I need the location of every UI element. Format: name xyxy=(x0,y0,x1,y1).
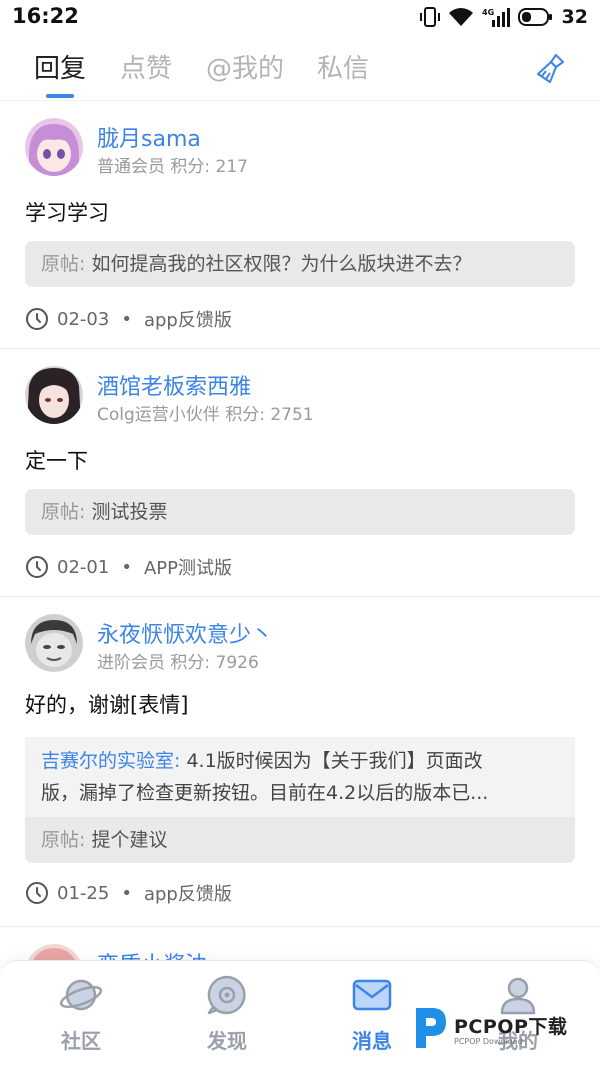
post-footer: 02-03 • app反馈版 xyxy=(25,306,232,332)
tab-mentions[interactable]: @我的 xyxy=(206,48,284,85)
separator-dot: • xyxy=(121,308,132,330)
post-date: 02-01 xyxy=(57,556,110,578)
reply-content: 学习学习 xyxy=(25,201,109,225)
board-name[interactable]: app反馈版 xyxy=(144,880,232,906)
pcpop-logo-icon xyxy=(416,1008,446,1048)
nav-community-label: 社区 xyxy=(61,1029,101,1053)
username[interactable]: 酒馆老板索西雅 xyxy=(97,369,251,401)
board-name[interactable]: APP测试版 xyxy=(144,554,232,580)
original-post-label: 原帖: xyxy=(41,501,86,523)
username[interactable]: 变质小酱油 xyxy=(97,947,207,960)
user-meta: Colg运营小伙伴 积分: 2751 xyxy=(97,400,314,425)
user-rank: 普通会员 xyxy=(97,157,165,177)
watermark-title: PCPOP下载 xyxy=(454,1016,568,1038)
quoted-reply-box[interactable]: 吉赛尔的实验室: 4.1版时候因为【关于我们】页面改 版，漏掉了检查更新按钮。目… xyxy=(25,737,575,863)
battery-icon xyxy=(517,8,552,26)
wifi-icon xyxy=(448,8,473,26)
user-rank: 进阶会员 xyxy=(97,653,165,673)
original-post-box[interactable]: 原帖: 如何提高我的社区权限？为什么版块进不去？ xyxy=(25,241,575,287)
svg-text:4G: 4G xyxy=(482,8,494,17)
reply-content: 定一下 xyxy=(25,449,88,473)
original-post[interactable]: 原帖: 测试投票 xyxy=(25,489,575,535)
separator-dot: • xyxy=(121,556,132,578)
avatar[interactable] xyxy=(25,366,83,424)
user-meta: 普通会员 积分: 217 xyxy=(97,152,248,177)
quoted-reply-line2: 版，漏掉了检查更新按钮。目前在4.2以后的版本已... xyxy=(41,782,489,804)
nav-discover[interactable]: 发现 xyxy=(177,973,277,1054)
quoted-reply-author[interactable]: 吉赛尔的实验室: xyxy=(41,750,180,772)
board-name[interactable]: app反馈版 xyxy=(144,306,232,332)
post-footer: 01-25 • app反馈版 xyxy=(25,880,232,906)
nav-community[interactable]: 社区 xyxy=(31,973,131,1054)
post-date: 01-25 xyxy=(57,882,110,904)
username[interactable]: 胧月sama xyxy=(97,121,201,153)
post-date: 02-03 xyxy=(57,308,110,330)
tab-replies[interactable]: 回复 xyxy=(34,48,86,85)
original-post-box[interactable]: 原帖: 测试投票 xyxy=(25,489,575,535)
original-post-label: 原帖: xyxy=(41,829,86,851)
list-item[interactable]: 胧月sama 普通会员 积分: 217 学习学习 原帖: 如何提高我的社区权限？… xyxy=(0,101,600,349)
battery-level: 32 xyxy=(561,6,588,28)
avatar[interactable] xyxy=(25,118,83,176)
original-post-title: 提个建议 xyxy=(91,829,168,851)
avatar[interactable] xyxy=(25,944,83,960)
planet-icon xyxy=(59,979,103,1011)
list-item[interactable]: 永夜恹恹欢意少丶 进阶会员 积分: 7926 好的，谢谢[表情] 吉赛尔的实验室… xyxy=(0,597,600,927)
quoted-reply[interactable]: 吉赛尔的实验室: 4.1版时候因为【关于我们】页面改 版，漏掉了检查更新按钮。目… xyxy=(25,737,575,817)
original-post-title: 测试投票 xyxy=(91,501,168,523)
separator-dot: • xyxy=(121,882,132,904)
avatar[interactable] xyxy=(25,614,83,672)
nav-messages-label: 消息 xyxy=(352,1029,392,1053)
status-bar: 16:22 4G 32 xyxy=(0,0,600,34)
user-points: 积分: 7926 xyxy=(170,653,259,673)
clock-icon xyxy=(26,556,48,578)
user-points: 积分: 217 xyxy=(170,157,248,177)
watermark: PCPOP下载 PCPOP Download xyxy=(408,1004,594,1052)
user-points: 积分: 2751 xyxy=(225,405,314,425)
reply-feed: 胧月sama 普通会员 积分: 217 学习学习 原帖: 如何提高我的社区权限？… xyxy=(0,100,600,960)
signal-icon: 4G xyxy=(482,8,510,27)
user-meta: 进阶会员 积分: 7926 xyxy=(97,648,259,673)
watermark-subtitle: PCPOP Download xyxy=(454,1037,523,1046)
nav-messages[interactable]: 消息 xyxy=(322,973,422,1054)
discover-icon xyxy=(207,975,246,1015)
list-item[interactable]: 变质小酱油 xyxy=(0,927,600,960)
user-rank: Colg运营小伙伴 xyxy=(97,405,220,425)
mail-icon xyxy=(352,979,392,1011)
list-item[interactable]: 酒馆老板索西雅 Colg运营小伙伴 积分: 2751 定一下 原帖: 测试投票 … xyxy=(0,349,600,597)
post-footer: 02-01 • APP测试版 xyxy=(25,554,232,580)
original-post[interactable]: 原帖: 如何提高我的社区权限？为什么版块进不去？ xyxy=(25,241,575,287)
active-tab-indicator xyxy=(46,94,74,98)
tab-private-messages[interactable]: 私信 xyxy=(317,48,369,85)
reply-content: 好的，谢谢[表情] xyxy=(25,693,189,717)
original-post-label: 原帖: xyxy=(41,253,86,275)
nav-discover-label: 发现 xyxy=(207,1029,247,1053)
vibrate-icon xyxy=(419,7,440,27)
quoted-reply-line1: 4.1版时候因为【关于我们】页面改 xyxy=(186,750,483,772)
original-post-title: 如何提高我的社区权限？为什么版块进不去？ xyxy=(91,253,472,275)
message-tabs: 回复 点赞 @我的 私信 xyxy=(0,34,600,100)
clock-icon xyxy=(26,308,48,330)
status-icons: 4G 32 xyxy=(419,6,588,28)
status-time: 16:22 xyxy=(12,4,79,28)
broom-icon[interactable] xyxy=(534,52,568,86)
tab-likes[interactable]: 点赞 xyxy=(120,48,172,85)
clock-icon xyxy=(26,882,48,904)
username[interactable]: 永夜恹恹欢意少丶 xyxy=(97,617,273,649)
original-post[interactable]: 原帖: 提个建议 xyxy=(25,817,575,863)
